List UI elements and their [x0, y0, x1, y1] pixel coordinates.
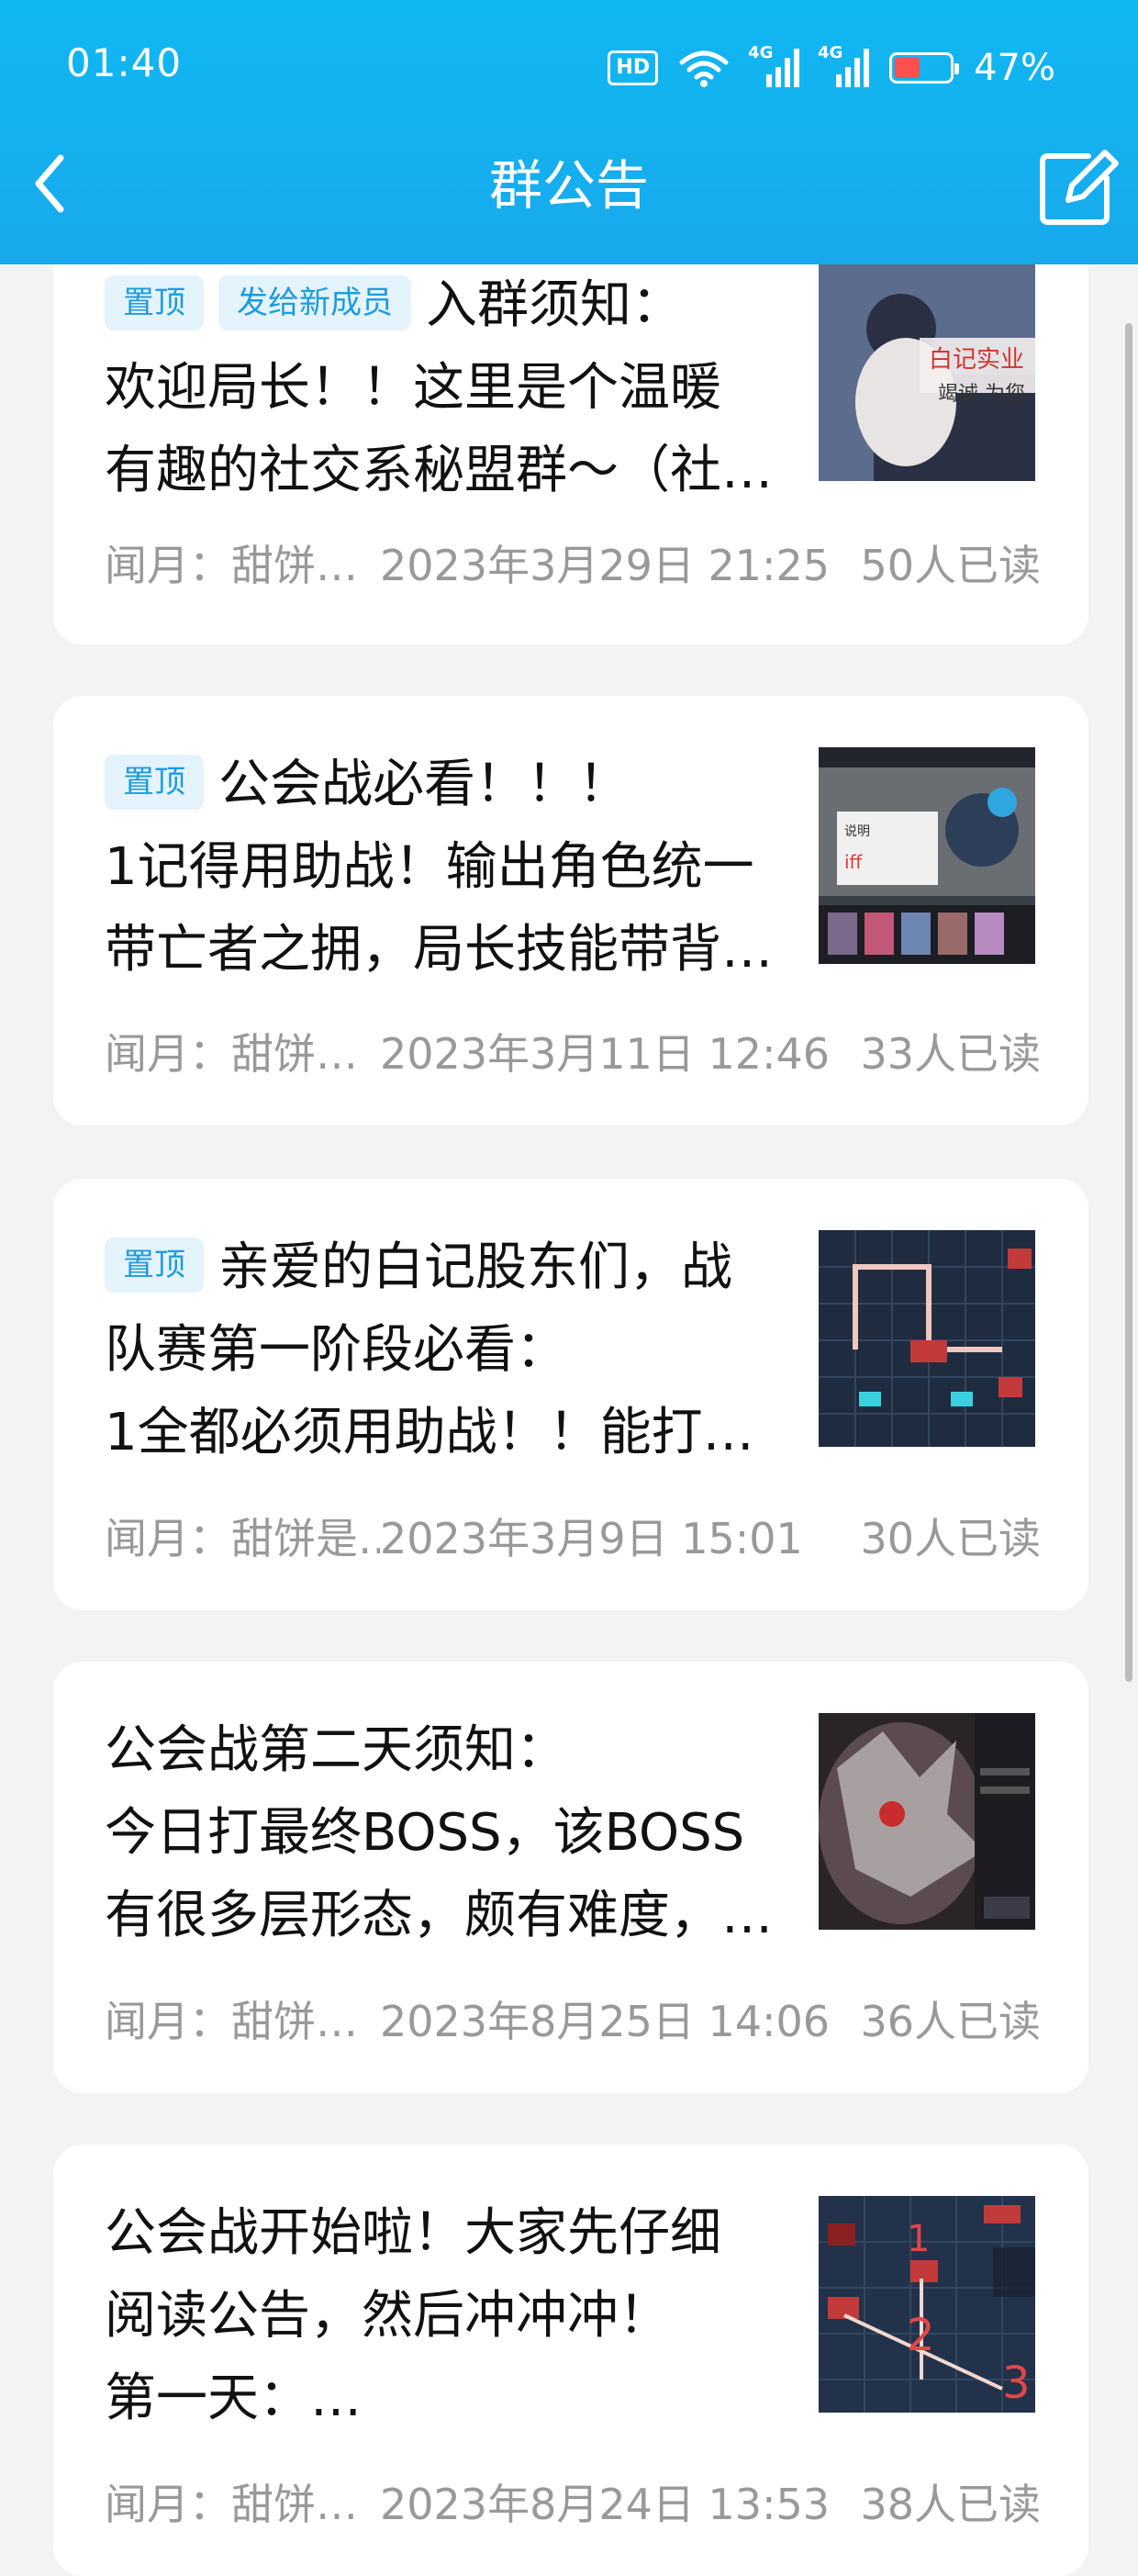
announcement-card[interactable]: 置顶 亲爱的白记股东们，战 队赛第一阶段必看： 1全都必须用助战！！能打… 闻月…	[53, 1179, 1088, 1610]
announcement-line: 置顶 亲爱的白记股东们，战	[105, 1226, 848, 1309]
announcement-title: 公会战第二天须知：	[105, 1720, 567, 1780]
svg-text:说明: 说明	[844, 824, 870, 839]
announcement-card[interactable]: 置顶 公会战必看！！！ 1记得用助战！输出角色统一 带亡者之拥，局长技能带背… 说…	[53, 696, 1088, 1126]
announcement-body-line: 欢迎局长！！这里是个温暖	[105, 358, 721, 418]
cellular-signal-icon: 4G	[818, 43, 870, 87]
battery-fill	[895, 58, 920, 78]
svg-text:1: 1	[907, 2218, 930, 2260]
announcement-title: 公会战开始啦！大家先仔细	[105, 2203, 721, 2263]
app-header: 01:40 HD 4G 4G 47% 群公告	[0, 0, 1138, 264]
svg-text:3: 3	[1002, 2358, 1031, 2409]
read-count[interactable]: 33人已读	[860, 1021, 1041, 1081]
announcement-meta: 闻月：甜饼… 2023年3月11日 12:46 33人已读	[105, 1021, 1041, 1081]
read-count[interactable]: 50人已读	[860, 532, 1041, 593]
announcement-text: 公会战第二天须知： 今日打最终BOSS，该BOSS 有很多层形态，颇有难度，…	[105, 1709, 848, 1957]
read-count[interactable]: 30人已读	[860, 1506, 1041, 1566]
date: 2023年3月11日 12:46	[380, 1029, 831, 1079]
pinned-tag: 置顶	[105, 755, 204, 810]
svg-text:2: 2	[907, 2310, 935, 2361]
announcement-meta: 闻月：甜饼… 2023年8月24日 13:53 38人已读	[105, 2471, 1041, 2532]
page-title: 群公告	[488, 154, 649, 217]
announcement-thumbnail[interactable]: 1 2 3	[819, 2196, 1035, 2413]
date: 2023年3月29日 21:25	[380, 541, 831, 590]
edit-icon[interactable]	[1035, 143, 1120, 228]
announcement-text: 置顶 亲爱的白记股东们，战 队赛第一阶段必看： 1全都必须用助战！！能打…	[105, 1226, 848, 1474]
announcement-body-line: 1全都必须用助战！！能打…	[105, 1403, 754, 1462]
announcement-text: 公会战开始啦！大家先仔细 阅读公告，然后冲冲冲！ 第一天：…	[105, 2192, 848, 2440]
date: 2023年8月25日 14:06	[380, 1997, 831, 2046]
battery-percent: 47%	[974, 47, 1055, 89]
announcement-title: 入群须知：	[426, 275, 683, 335]
announcement-body-line: 有趣的社交系秘盟群～（社…	[105, 441, 773, 500]
author: 闻月：甜饼…	[105, 1029, 358, 1079]
announcement-body-line: 第一天：…	[105, 2369, 362, 2428]
announcement-thumbnail[interactable]	[819, 1713, 1035, 1930]
status-time: 01:40	[66, 40, 183, 85]
announcement-body-line: 队赛第一阶段必看：	[105, 1320, 567, 1380]
author: 闻月：甜饼…	[105, 541, 358, 590]
new-member-tag: 发给新成员	[218, 275, 411, 330]
date: 2023年8月24日 13:53	[380, 2480, 831, 2529]
announcement-card[interactable]: 公会战开始啦！大家先仔细 阅读公告，然后冲冲冲！ 第一天：… 1 2 3 闻月：…	[53, 2145, 1088, 2576]
announcement-body-line: 阅读公告，然后冲冲冲！	[105, 2286, 670, 2346]
announcement-line: 置顶 发给新成员 入群须知：	[105, 264, 848, 347]
announcement-thumbnail[interactable]: 说明 iff	[819, 747, 1035, 964]
network-type: 4G	[818, 43, 843, 62]
announcement-thumbnail[interactable]	[819, 1230, 1035, 1447]
announcement-thumbnail[interactable]: 白记实业 竭诚 为您	[819, 264, 1035, 481]
pinned-tag: 置顶	[105, 1238, 204, 1293]
announcement-text: 置顶 发给新成员 入群须知： 欢迎局长！！这里是个温暖 有趣的社交系秘盟群～（社…	[105, 264, 848, 512]
announcement-title: 公会战必看！！！	[218, 755, 630, 814]
svg-text:白记实业: 白记实业	[929, 346, 1024, 374]
svg-text:竭诚 为您: 竭诚 为您	[938, 383, 1025, 406]
author: 闻月：甜饼…	[105, 1997, 358, 2046]
announcement-body-line: 1记得用助战！输出角色统一	[105, 837, 754, 897]
pinned-tag: 置顶	[105, 275, 204, 330]
status-icons: HD 4G 4G 47%	[608, 40, 1055, 95]
announcement-title: 亲爱的白记股东们，战	[218, 1238, 732, 1297]
announcement-meta: 闻月：甜饼是… 2023年3月9日 15:01 30人已读	[105, 1506, 1041, 1566]
scrollbar[interactable]	[1125, 323, 1132, 1682]
wifi-icon	[679, 50, 729, 87]
author: 闻月：甜饼…	[105, 2480, 358, 2529]
date: 2023年3月9日 15:01	[380, 1514, 803, 1563]
announcement-body-line: 带亡者之拥，局长技能带背…	[105, 920, 773, 980]
announcement-card[interactable]: 公会战第二天须知： 今日打最终BOSS，该BOSS 有很多层形态，颇有难度，… …	[53, 1662, 1088, 2093]
author: 闻月：甜饼是…	[105, 1514, 380, 1563]
announcement-text: 置顶 公会战必看！！！ 1记得用助战！输出角色统一 带亡者之拥，局长技能带背…	[105, 744, 848, 991]
read-count[interactable]: 38人已读	[860, 2471, 1041, 2532]
network-type: 4G	[748, 43, 774, 62]
read-count[interactable]: 36人已读	[860, 1988, 1041, 2049]
announcement-line: 置顶 公会战必看！！！	[105, 744, 848, 826]
announcement-body-line: 有很多层形态，颇有难度，…	[105, 1886, 773, 1945]
hd-voice-icon: HD	[608, 50, 659, 85]
announcement-meta: 闻月：甜饼… 2023年3月29日 21:25 50人已读	[105, 532, 1041, 593]
battery-icon	[889, 52, 960, 84]
svg-text:iff: iff	[844, 851, 864, 873]
cellular-signal-icon: 4G	[748, 43, 800, 87]
announcement-meta: 闻月：甜饼… 2023年8月25日 14:06 36人已读	[105, 1988, 1041, 2049]
announcement-body-line: 今日打最终BOSS，该BOSS	[105, 1803, 745, 1863]
